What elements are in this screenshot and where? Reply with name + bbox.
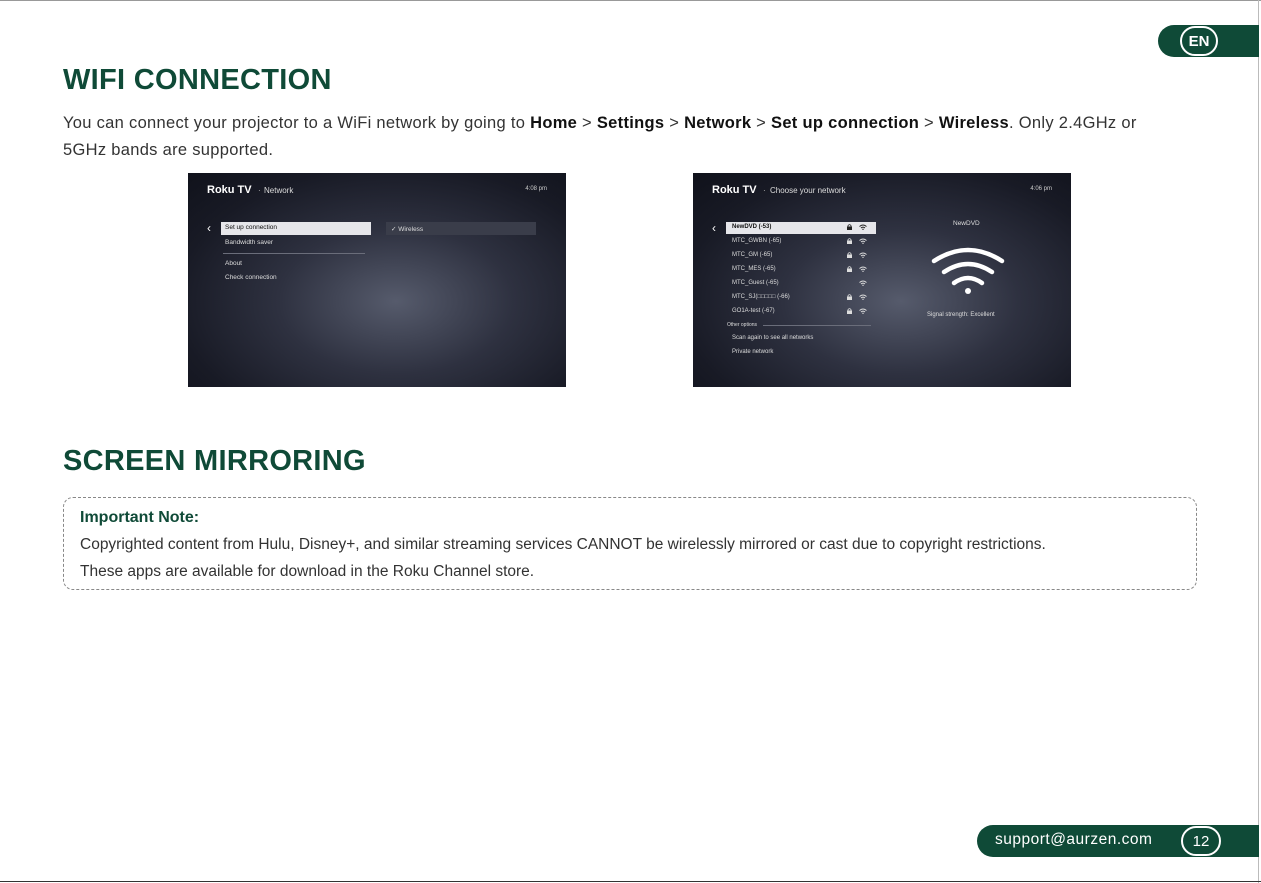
wifi-icon [859,224,867,230]
roku-choose-network-screenshot: Roku TV · Choose your network 4:06 pm ‹ … [693,173,1071,387]
network-name: GO1A-test (-67) [732,308,775,314]
title-separator: · [258,186,261,195]
path-home: Home [530,114,578,132]
wifi-signal-icon [931,247,1005,294]
private-network-option: Private network [732,349,774,355]
note-title: Important Note: [80,509,200,526]
bottom-rule [0,881,1261,882]
intro-text: You can connect your projector to a WiFi… [63,114,531,132]
wifi-icon [859,252,867,258]
selected-network-name: NewDVD [953,220,980,227]
network-row: NewDVD (-53) [726,222,876,234]
path-setup-connection: Set up connection [771,114,920,132]
lock-icon [847,224,852,230]
wifi-icon [859,308,867,314]
mirroring-section-title: SCREEN MIRRORING [63,445,366,477]
lock-icon [847,308,852,314]
roku-logo: Roku TV [712,184,757,196]
network-row: GO1A-test (-67) [726,306,876,318]
title-separator: · [763,186,766,195]
network-name: MTC_GM (-65) [732,252,773,258]
network-name: MTC_GWBN (-65) [732,238,782,244]
lock-icon [847,238,852,244]
path-separator: > [919,114,939,132]
language-badge: EN [1180,26,1218,56]
path-network: Network [684,114,752,132]
back-chevron-icon: ‹ [207,221,211,235]
menu-item-check-connection: Check connection [225,274,277,281]
menu-item-bandwidth-saver: Bandwidth saver [225,239,274,246]
menu-divider [223,253,365,254]
lock-icon [847,266,852,272]
scan-again-option: Scan again to see all networks [732,335,814,341]
roku-logo: Roku TV [207,184,252,196]
network-row: MTC_GWBN (-65) [726,236,876,248]
other-options-label: Other options [727,322,758,328]
network-row: MTC_Guest (-65) [726,278,876,290]
network-row: MTC_MES (-65) [726,264,876,276]
signal-strength-label: Signal strength: Excellent [927,312,995,318]
lock-icon [847,252,852,258]
wifi-icon [859,280,867,286]
screen-title: Network [264,186,294,195]
menu-item-about: About [225,260,242,267]
top-rule [0,0,1261,1]
page-number: 12 [1181,826,1221,856]
other-options-divider [763,325,871,326]
network-name: MTC_MES (-65) [732,266,776,272]
note-line-1: Copyrighted content from Hulu, Disney+, … [80,536,1046,553]
clock: 4:08 pm [525,186,547,192]
network-name: NewDVD (-53) [732,224,772,230]
lock-icon [847,294,852,300]
wifi-icon [859,238,867,244]
intro-text-3: 5GHz bands are supported. [63,141,274,159]
roku-network-screenshot: Roku TV · Network 4:08 pm ‹ Set up conne… [188,173,566,387]
right-rule [1258,0,1259,883]
path-settings: Settings [596,114,665,132]
path-separator: > [664,114,685,132]
important-note-box: Important Note: Copyrighted content from… [63,497,1197,590]
network-row: MTC_GM (-65) [726,250,876,262]
wifi-icon [859,266,867,272]
wifi-icon [859,294,867,300]
option-wireless: ✓ Wireless [386,222,536,235]
check-icon: ✓ [391,226,397,233]
network-name: MTC_Guest (-65) [732,280,779,286]
path-separator: > [751,114,772,132]
note-line-2: These apps are available for download in… [80,563,535,580]
path-separator: > [577,114,597,132]
back-chevron-icon: ‹ [712,221,716,235]
intro-text-2: . Only 2.4GHz or [1008,114,1137,132]
network-name: MTC_SJ(□□□□□ (-66) [732,294,790,300]
wifi-intro: You can connect your projector to a WiFi… [63,110,1183,164]
menu-item-setup-connection: Set up connection [221,222,371,235]
option-wireless-label: Wireless [398,226,424,233]
network-row: MTC_SJ(□□□□□ (-66) [726,292,876,304]
wifi-section-title: WIFI CONNECTION [63,64,332,96]
clock: 4:06 pm [1030,186,1052,192]
support-email: support@aurzen.com [995,831,1153,848]
path-wireless: Wireless [938,114,1009,132]
screen-title: Choose your network [770,186,846,195]
